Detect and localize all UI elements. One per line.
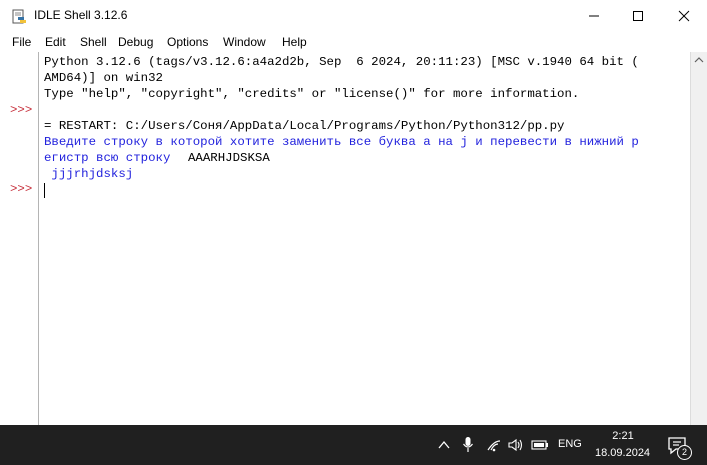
clock-time[interactable]: 2:21 [608, 430, 638, 442]
banner-line: AMD64)] on win32 [44, 71, 163, 85]
shell-prompt: >>> [10, 103, 33, 117]
program-output-line: егистр всю строку [44, 151, 178, 165]
restart-line: = RESTART: C:/Users/Соня/AppData/Local/P… [44, 119, 565, 133]
chevron-up-icon[interactable] [438, 440, 450, 450]
menu-bar: File Edit Shell Debug Options Window Hel… [0, 32, 707, 52]
windows-taskbar: ENG 2:21 18.09.2024 2 [0, 425, 707, 465]
program-output-line: Введите строку в которой хотите заменить… [44, 135, 639, 149]
title-bar: IDLE Shell 3.12.6 [0, 0, 707, 32]
user-input-text: AAARHJDSKSA [188, 151, 270, 165]
menu-file[interactable]: File [12, 35, 31, 49]
program-output-line: jjjrhjdsksj [44, 167, 134, 181]
window-title: IDLE Shell 3.12.6 [34, 8, 128, 22]
menu-window[interactable]: Window [223, 35, 266, 49]
menu-debug[interactable]: Debug [118, 35, 153, 49]
shell-text-area[interactable]: >>> >>> Python 3.12.6 (tags/v3.12.6:a4a2… [0, 52, 707, 425]
banner-line: Type "help", "copyright", "credits" or "… [44, 87, 580, 101]
notification-count-badge: 2 [677, 445, 692, 460]
minimize-icon [589, 15, 599, 17]
wifi-icon[interactable] [486, 438, 502, 452]
maximize-icon [633, 11, 643, 21]
menu-options[interactable]: Options [167, 35, 208, 49]
close-button[interactable] [661, 0, 707, 32]
idle-app-icon [12, 9, 26, 24]
menu-edit[interactable]: Edit [45, 35, 66, 49]
clock-date[interactable]: 18.09.2024 [595, 447, 650, 459]
volume-icon[interactable] [508, 438, 524, 452]
shell-prompt: >>> [10, 182, 33, 196]
language-indicator[interactable]: ENG [558, 438, 582, 450]
gutter-divider [38, 52, 39, 425]
minimize-button[interactable] [571, 0, 617, 32]
banner-line: Python 3.12.6 (tags/v3.12.6:a4a2d2b, Sep… [44, 55, 639, 69]
vertical-scrollbar[interactable] [690, 52, 707, 425]
battery-icon[interactable] [531, 440, 549, 450]
close-icon [678, 10, 690, 22]
microphone-icon[interactable] [462, 436, 474, 453]
text-cursor [44, 183, 45, 198]
menu-shell[interactable]: Shell [80, 35, 107, 49]
scroll-up-arrow-icon[interactable] [694, 56, 704, 64]
menu-help[interactable]: Help [282, 35, 307, 49]
maximize-button[interactable] [615, 0, 661, 32]
